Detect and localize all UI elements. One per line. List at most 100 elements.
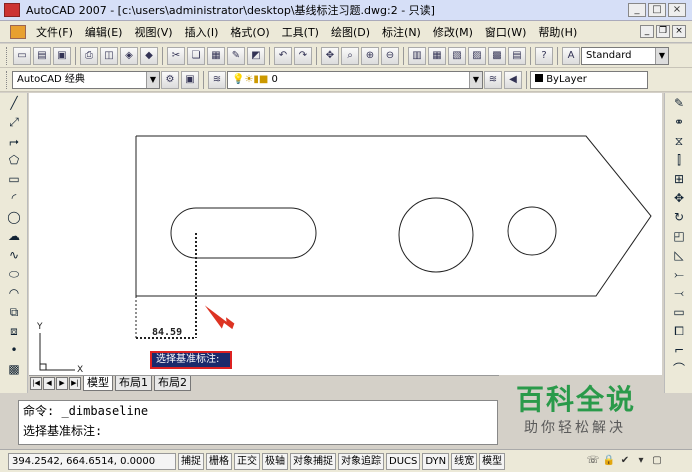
design-center-icon[interactable]: ▦ <box>428 46 446 65</box>
copy-object-icon[interactable]: ⚭ <box>669 113 689 131</box>
hatch-icon[interactable]: ▩ <box>4 360 24 378</box>
copy-icon[interactable]: ❏ <box>187 46 205 65</box>
redo-icon[interactable]: ↷ <box>294 46 312 65</box>
layer-previous-icon[interactable]: ◀ <box>504 70 522 89</box>
publish-icon[interactable]: ◈ <box>120 46 138 65</box>
tab-layout1[interactable]: 布局1 <box>115 376 152 391</box>
coordinates-readout[interactable]: 394.2542, 664.6514, 0.0000 <box>8 452 176 470</box>
maximize-button[interactable]: □ <box>648 3 666 17</box>
prev-tab-icon[interactable]: ◀ <box>43 377 55 390</box>
grid-toggle[interactable]: 栅格 <box>206 452 232 470</box>
tab-layout2[interactable]: 布局2 <box>154 376 191 391</box>
revision-cloud-icon[interactable]: ☁ <box>4 227 24 245</box>
polyline-icon[interactable]: ⮣ <box>4 132 24 150</box>
print-icon[interactable]: ⎙ <box>80 46 98 65</box>
stretch-icon[interactable]: ◺ <box>669 246 689 264</box>
fillet-icon[interactable]: ⌒ <box>669 360 689 378</box>
array-icon[interactable]: ⊞ <box>669 170 689 188</box>
menu-file[interactable]: 文件(F) <box>30 24 79 40</box>
first-tab-icon[interactable]: |◀ <box>30 377 42 390</box>
paste-icon[interactable]: ▦ <box>207 46 225 65</box>
chevron-down-icon[interactable]: ▼ <box>469 71 482 88</box>
dyn-toggle[interactable]: DYN <box>422 452 450 470</box>
zoom-previous-icon[interactable]: ⊖ <box>381 46 399 65</box>
doc-minimize-button[interactable]: _ <box>640 25 654 38</box>
snap-toggle[interactable]: 捕捉 <box>178 452 204 470</box>
workspace-settings-icon[interactable]: ⚙ <box>161 70 179 89</box>
block-editor-icon[interactable]: ◩ <box>247 46 265 65</box>
drawing-canvas[interactable]: 84.59 Y X <box>29 93 662 375</box>
last-tab-icon[interactable]: ▶| <box>69 377 81 390</box>
menu-modify[interactable]: 修改(M) <box>427 24 479 40</box>
new-icon[interactable]: ▭ <box>13 46 31 65</box>
trim-icon[interactable]: ⤚ <box>669 265 689 283</box>
chevron-down-icon[interactable]: ▼ <box>655 47 668 64</box>
menu-edit[interactable]: 编辑(E) <box>79 24 129 40</box>
ellipse-icon[interactable]: ⬭ <box>4 265 24 283</box>
join-icon[interactable]: ⧠ <box>669 322 689 340</box>
scale-icon[interactable]: ◰ <box>669 227 689 245</box>
minimize-button[interactable]: _ <box>628 3 646 17</box>
chevron-down-icon[interactable]: ▼ <box>146 71 159 88</box>
text-style-combo[interactable]: Standard ▼ <box>581 46 669 65</box>
make-block-icon[interactable]: ⧈ <box>4 322 24 340</box>
workspace-combo[interactable]: AutoCAD 经典 ▼ <box>12 70 160 89</box>
menu-tools[interactable]: 工具(T) <box>276 24 325 40</box>
open-icon[interactable]: ▤ <box>33 46 51 65</box>
toolbar-grip[interactable] <box>6 46 9 65</box>
toolbar-grip[interactable] <box>6 70 9 89</box>
osnap-toggle[interactable]: 对象捕捉 <box>290 452 336 470</box>
menu-dimension[interactable]: 标注(N) <box>376 24 427 40</box>
model-toggle[interactable]: 模型 <box>479 452 506 470</box>
extend-icon[interactable]: ⤙ <box>669 284 689 302</box>
close-button[interactable]: × <box>668 3 686 17</box>
move-icon[interactable]: ✥ <box>669 189 689 207</box>
mirror-icon[interactable]: ⧖ <box>669 132 689 150</box>
otrack-toggle[interactable]: 对象追踪 <box>338 452 384 470</box>
communication-center-icon[interactable]: ☏ <box>586 454 600 468</box>
menu-help[interactable]: 帮助(H) <box>532 24 583 40</box>
next-tab-icon[interactable]: ▶ <box>56 377 68 390</box>
cut-icon[interactable]: ✂ <box>167 46 185 65</box>
lock-icon[interactable]: 🔒 <box>602 454 616 468</box>
zoom-window-icon[interactable]: ⊕ <box>361 46 379 65</box>
document-icon[interactable] <box>10 24 26 39</box>
doc-restore-button[interactable]: ❐ <box>656 25 670 38</box>
doc-close-button[interactable]: × <box>672 25 686 38</box>
break-icon[interactable]: ▭ <box>669 303 689 321</box>
command-prompt-line[interactable]: 选择基准标注: <box>19 421 497 441</box>
save-workspace-icon[interactable]: ▣ <box>181 70 199 89</box>
match-properties-icon[interactable]: ✎ <box>227 46 245 65</box>
tool-palettes-icon[interactable]: ▧ <box>448 46 466 65</box>
menu-insert[interactable]: 插入(I) <box>179 24 225 40</box>
menu-draw[interactable]: 绘图(D) <box>325 24 376 40</box>
undo-icon[interactable]: ↶ <box>274 46 292 65</box>
point-icon[interactable]: • <box>4 341 24 359</box>
spline-icon[interactable]: ∿ <box>4 246 24 264</box>
insert-block-icon[interactable]: ⧉ <box>4 303 24 321</box>
tab-model[interactable]: 模型 <box>83 376 113 391</box>
line-icon[interactable]: ╱ <box>4 94 24 112</box>
menu-window[interactable]: 窗口(W) <box>479 24 532 40</box>
chamfer-icon[interactable]: ⌐ <box>669 341 689 359</box>
markup-icon[interactable]: ▩ <box>488 46 506 65</box>
polygon-icon[interactable]: ⬠ <box>4 151 24 169</box>
offset-icon[interactable]: ⫿ <box>669 151 689 169</box>
menu-format[interactable]: 格式(O) <box>224 24 275 40</box>
make-current-layer-icon[interactable]: ≋ <box>484 70 502 89</box>
rectangle-icon[interactable]: ▭ <box>4 170 24 188</box>
annotation-icon[interactable]: ✔ <box>618 454 632 468</box>
arc-icon[interactable]: ◜ <box>4 189 24 207</box>
layer-manager-icon[interactable]: ≋ <box>208 70 226 89</box>
zoom-realtime-icon[interactable]: ⌕ <box>341 46 359 65</box>
help-icon[interactable]: ? <box>535 46 553 65</box>
color-combo[interactable]: ByLayer <box>530 70 648 89</box>
pan-icon[interactable]: ✥ <box>321 46 339 65</box>
chevron-down-icon[interactable]: ▾ <box>634 454 648 468</box>
circle-icon[interactable]: ◯ <box>4 208 24 226</box>
sheet-set-icon[interactable]: ▨ <box>468 46 486 65</box>
calculator-icon[interactable]: ▤ <box>508 46 526 65</box>
rotate-icon[interactable]: ↻ <box>669 208 689 226</box>
erase-icon[interactable]: ✎ <box>669 94 689 112</box>
ducs-toggle[interactable]: DUCS <box>386 452 421 470</box>
